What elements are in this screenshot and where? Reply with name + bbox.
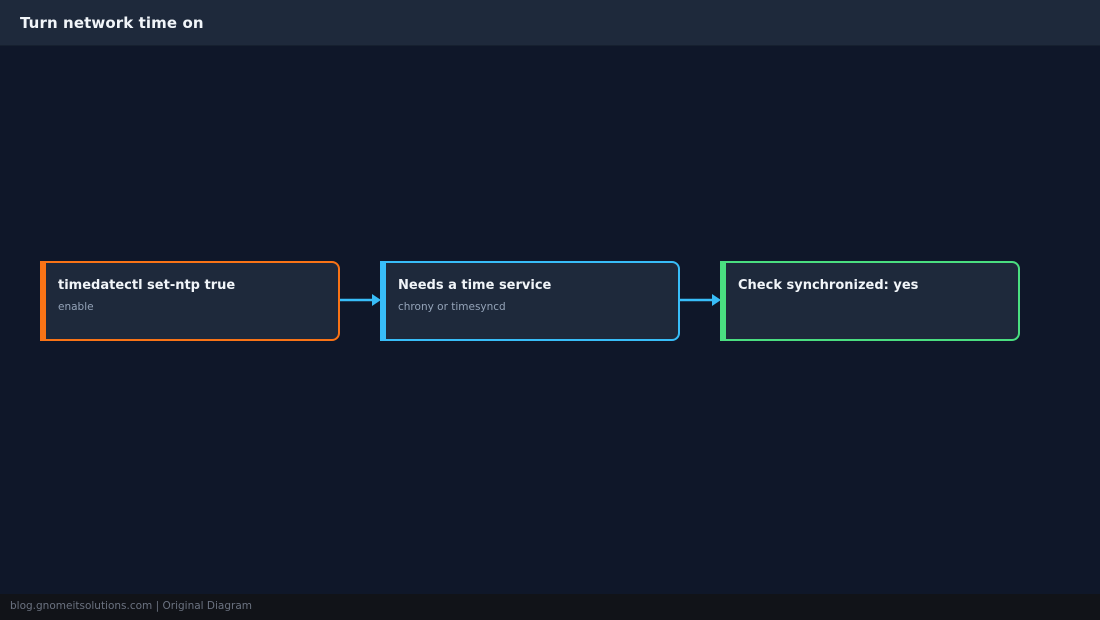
step-title: timedatectl set-ntp true <box>58 278 236 293</box>
step-node-enable-ntp: timedatectl set-ntp true enable <box>40 261 340 341</box>
step-title: Needs a time service <box>398 278 552 293</box>
footer-credit: blog.gnomeitsolutions.com | Original Dia… <box>10 600 253 612</box>
step-subtitle: chrony or timesyncd <box>398 301 506 313</box>
step-subtitle: enable <box>58 301 94 313</box>
page-title: Turn network time on <box>20 14 204 32</box>
header-bar: Turn network time on <box>0 0 1100 46</box>
step-node-time-service: Needs a time service chrony or timesyncd <box>380 261 680 341</box>
diagram-page: Turn network time on timedatectl set-ntp… <box>0 0 1100 620</box>
step-title: Check synchronized: yes <box>738 278 919 293</box>
footer-bar: blog.gnomeitsolutions.com | Original Dia… <box>0 594 1100 620</box>
connector-1-2 <box>340 294 381 306</box>
step-node-check-sync: Check synchronized: yes <box>720 261 1020 341</box>
diagram-canvas: timedatectl set-ntp true enable Needs a … <box>0 46 1100 594</box>
connector-2-3 <box>680 294 721 306</box>
